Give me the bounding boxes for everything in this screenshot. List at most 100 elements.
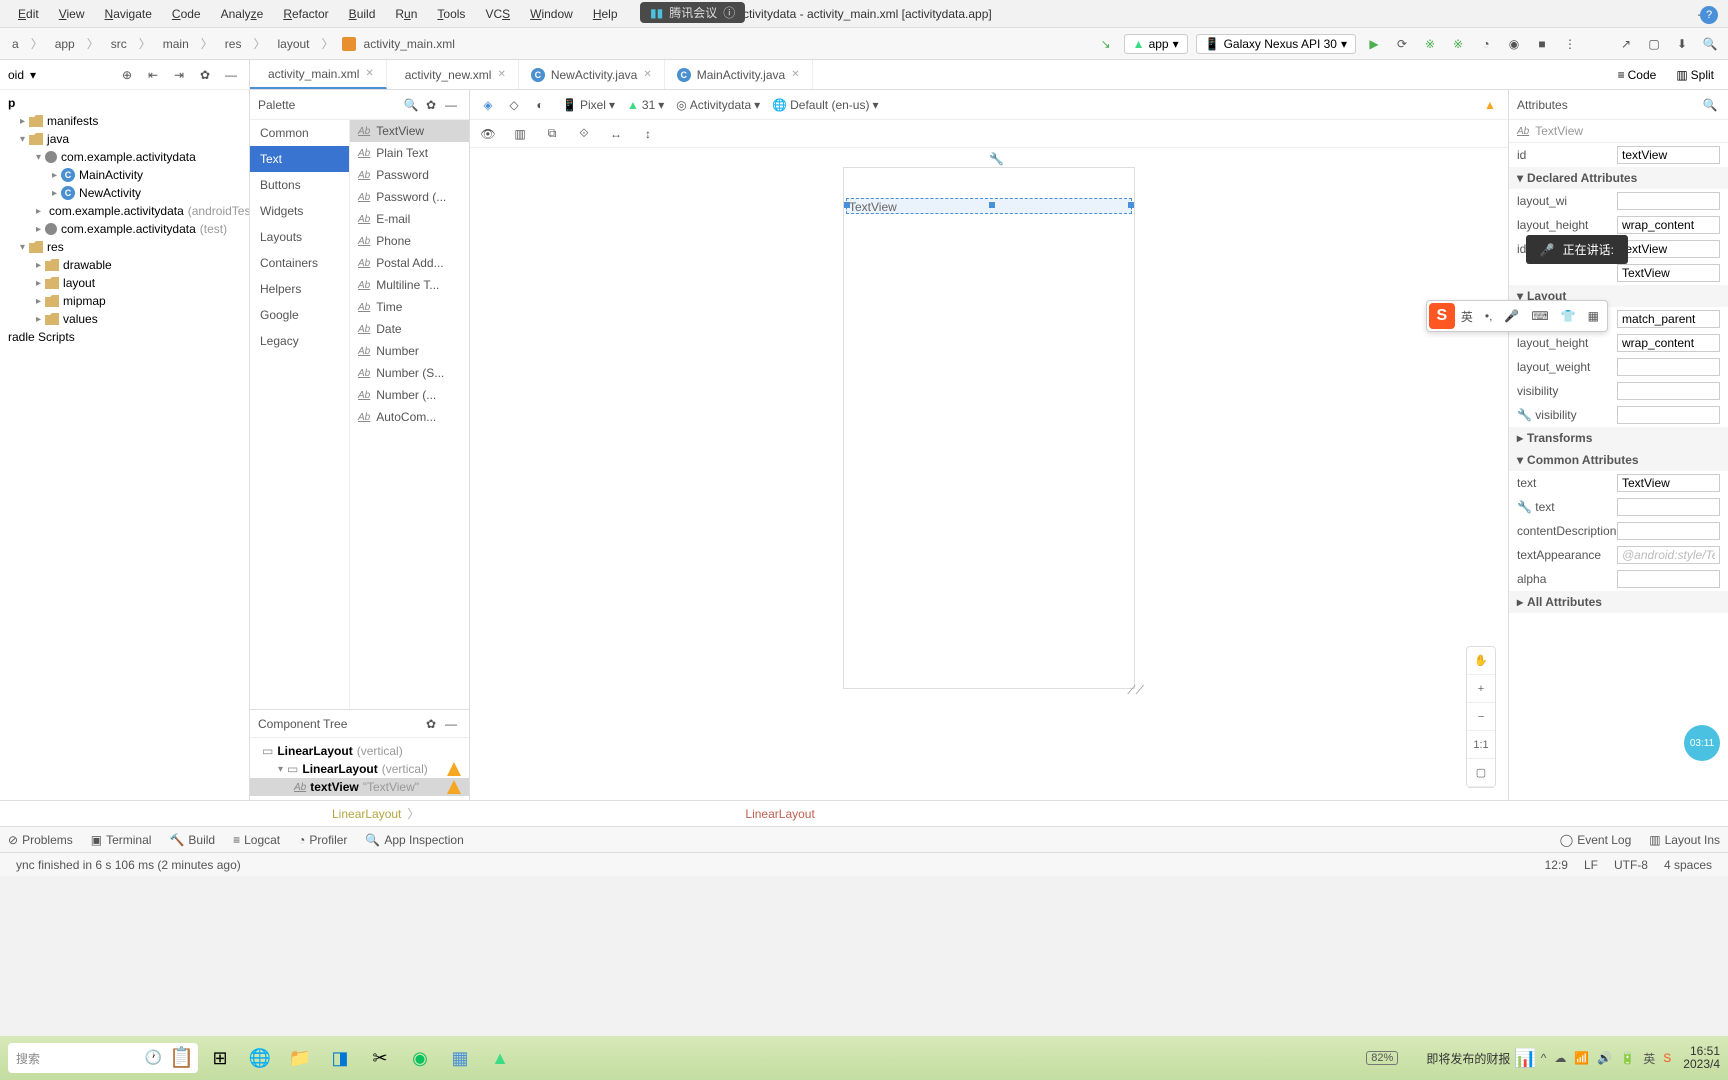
tab-profiler[interactable]: ◔ Profiler bbox=[298, 833, 347, 847]
git-button[interactable]: ↗ bbox=[1616, 34, 1636, 54]
palette-item[interactable]: AbPassword bbox=[350, 164, 469, 186]
hide-icon[interactable]: — bbox=[221, 65, 241, 85]
close-icon[interactable]: ✕ bbox=[497, 69, 505, 80]
project-dropdown[interactable]: oid bbox=[8, 68, 24, 82]
tab-event-log[interactable]: ◯ Event Log bbox=[1560, 833, 1631, 847]
device-dropdown[interactable]: 📱 Pixel ▾ bbox=[562, 98, 615, 112]
api-dropdown[interactable]: ▲ 31 ▾ bbox=[627, 98, 664, 112]
ime-skin-icon[interactable]: 👕 bbox=[1555, 309, 1582, 323]
crumb-src[interactable]: src bbox=[107, 37, 131, 51]
stop-button[interactable]: ■ bbox=[1532, 34, 1552, 54]
tab-terminal[interactable]: ▣ Terminal bbox=[91, 833, 152, 847]
palette-item[interactable]: AbNumber (S... bbox=[350, 362, 469, 384]
zoom-out-button[interactable]: − bbox=[1467, 703, 1495, 731]
tree-item[interactable]: ▸com.example.activitydata (test) bbox=[0, 220, 249, 238]
palette-category[interactable]: Containers bbox=[250, 250, 349, 276]
tree-item[interactable]: ▸drawable bbox=[0, 256, 249, 274]
attr-input[interactable] bbox=[1617, 192, 1720, 210]
theme-dropdown[interactable]: ◎ Activitydata ▾ bbox=[676, 98, 760, 112]
tab-layout-inspector[interactable]: ▥ Layout Ins bbox=[1649, 833, 1720, 847]
warning-icon[interactable]: ▲ bbox=[1480, 95, 1500, 115]
reapply-button[interactable]: ⟳ bbox=[1392, 34, 1412, 54]
palette-item[interactable]: AbNumber (... bbox=[350, 384, 469, 406]
attr-input[interactable] bbox=[1617, 334, 1720, 352]
attr-input[interactable] bbox=[1617, 406, 1720, 424]
ime-lang[interactable]: 英 bbox=[1455, 308, 1479, 325]
tree-item[interactable]: ▸CMainActivity bbox=[0, 166, 249, 184]
app-selector[interactable]: ▲ app ▾ bbox=[1124, 34, 1188, 54]
component-tree-item[interactable]: ▭LinearLayout (vertical) bbox=[250, 742, 469, 760]
attr-section[interactable]: ▸ Transforms bbox=[1509, 427, 1728, 449]
attr-input[interactable] bbox=[1617, 546, 1720, 564]
editor-tab[interactable]: CMainActivity.java✕ bbox=[665, 60, 813, 89]
menu-edit[interactable]: Edit bbox=[8, 7, 49, 21]
coverage-button[interactable]: ※ bbox=[1448, 34, 1468, 54]
palette-item[interactable]: AbTextView bbox=[350, 120, 469, 142]
menu-navigate[interactable]: Navigate bbox=[95, 7, 162, 21]
app2-icon[interactable]: ✂ bbox=[362, 1040, 398, 1076]
tree-item[interactable]: ▾com.example.activitydata bbox=[0, 148, 249, 166]
zoom-in-button[interactable]: + bbox=[1467, 675, 1495, 703]
battery-icon[interactable]: 🔋 bbox=[1620, 1051, 1635, 1065]
settings-icon[interactable]: ✿ bbox=[195, 65, 215, 85]
grid-icon[interactable]: ▥ bbox=[510, 124, 530, 144]
run-button[interactable]: ▶ bbox=[1364, 34, 1384, 54]
crumb-res[interactable]: res bbox=[221, 37, 246, 51]
design-canvas[interactable]: 🔧 TextView ⟋⟋ ✋ + − 1 bbox=[470, 148, 1508, 800]
file-encoding[interactable]: UTF-8 bbox=[1606, 858, 1656, 872]
menu-tools[interactable]: Tools bbox=[427, 7, 475, 21]
expand-icon[interactable]: ⇥ bbox=[169, 65, 189, 85]
tree-item[interactable]: ▸layout bbox=[0, 274, 249, 292]
task-view-icon[interactable]: ⊞ bbox=[202, 1040, 238, 1076]
design-surface-icon[interactable]: ◈ bbox=[478, 95, 498, 115]
attr-input[interactable] bbox=[1617, 310, 1720, 328]
tree-item[interactable]: ▸mipmap bbox=[0, 292, 249, 310]
wifi-icon[interactable]: 📶 bbox=[1574, 1051, 1589, 1065]
avd-button[interactable]: ▢ bbox=[1644, 34, 1664, 54]
sdk-button[interactable]: ⬇ bbox=[1672, 34, 1692, 54]
taskbar-clock[interactable]: 16:51 2023/4 bbox=[1683, 1045, 1720, 1071]
resize-handle[interactable]: ⟋⟋ bbox=[1127, 683, 1144, 698]
edge-icon[interactable]: 🌐 bbox=[242, 1040, 278, 1076]
sync-icon[interactable]: ↘ bbox=[1096, 34, 1116, 54]
taskbar-news[interactable]: 即将发布的财报 bbox=[1426, 1050, 1510, 1067]
ime-mic-icon[interactable]: 🎤 bbox=[1498, 309, 1525, 323]
chevron-down-icon[interactable]: ▾ bbox=[30, 68, 36, 82]
palette-category[interactable]: Widgets bbox=[250, 198, 349, 224]
code-view-button[interactable]: ≡ Code bbox=[1612, 66, 1663, 84]
attr-input[interactable] bbox=[1617, 240, 1720, 258]
battery-indicator[interactable]: 82% bbox=[1366, 1051, 1398, 1065]
palette-category[interactable]: Legacy bbox=[250, 328, 349, 354]
attr-input[interactable] bbox=[1617, 358, 1720, 376]
system-tray[interactable]: ^ ☁ 📶 🔊 🔋 英 S bbox=[1541, 1050, 1672, 1067]
device-selector[interactable]: 📱 Galaxy Nexus API 30 ▾ bbox=[1196, 34, 1356, 54]
palette-category[interactable]: Layouts bbox=[250, 224, 349, 250]
attr-input[interactable] bbox=[1617, 264, 1720, 282]
menu-refactor[interactable]: Refactor bbox=[273, 7, 338, 21]
menu-vcs[interactable]: VCS bbox=[475, 7, 520, 21]
close-icon[interactable]: ✕ bbox=[365, 68, 373, 79]
locate-icon[interactable]: ⊕ bbox=[117, 65, 137, 85]
gear-icon[interactable]: ✿ bbox=[421, 714, 441, 734]
tree-item[interactable]: ▸com.example.activitydata (androidTest bbox=[0, 202, 249, 220]
gear-icon[interactable]: ✿ bbox=[421, 95, 441, 115]
timer-bubble[interactable]: 03:11 bbox=[1684, 725, 1720, 761]
crumb-main[interactable]: main bbox=[159, 37, 193, 51]
split-view-button[interactable]: ▥ Split bbox=[1670, 66, 1720, 84]
palette-item[interactable]: AbAutoCom... bbox=[350, 406, 469, 428]
android-studio-icon[interactable]: ▲ bbox=[482, 1040, 518, 1076]
menu-build[interactable]: Build bbox=[339, 7, 386, 21]
menu-analyze[interactable]: Analyze bbox=[211, 7, 274, 21]
line-separator[interactable]: LF bbox=[1576, 858, 1606, 872]
pan-button[interactable]: ✋ bbox=[1467, 647, 1495, 675]
palette-category[interactable]: Google bbox=[250, 302, 349, 328]
attr-input[interactable] bbox=[1617, 498, 1720, 516]
menu-view[interactable]: View bbox=[49, 7, 95, 21]
tree-item[interactable]: radle Scripts bbox=[0, 328, 249, 346]
autoconnect-icon[interactable]: ⟐ bbox=[574, 124, 594, 144]
help-icon[interactable]: ? bbox=[1700, 6, 1718, 24]
app3-icon[interactable]: ▦ bbox=[442, 1040, 478, 1076]
app1-icon[interactable]: ◨ bbox=[322, 1040, 358, 1076]
editor-tab[interactable]: activity_main.xml✕ bbox=[250, 60, 387, 89]
search-icon[interactable]: 🔍 bbox=[1700, 95, 1720, 115]
